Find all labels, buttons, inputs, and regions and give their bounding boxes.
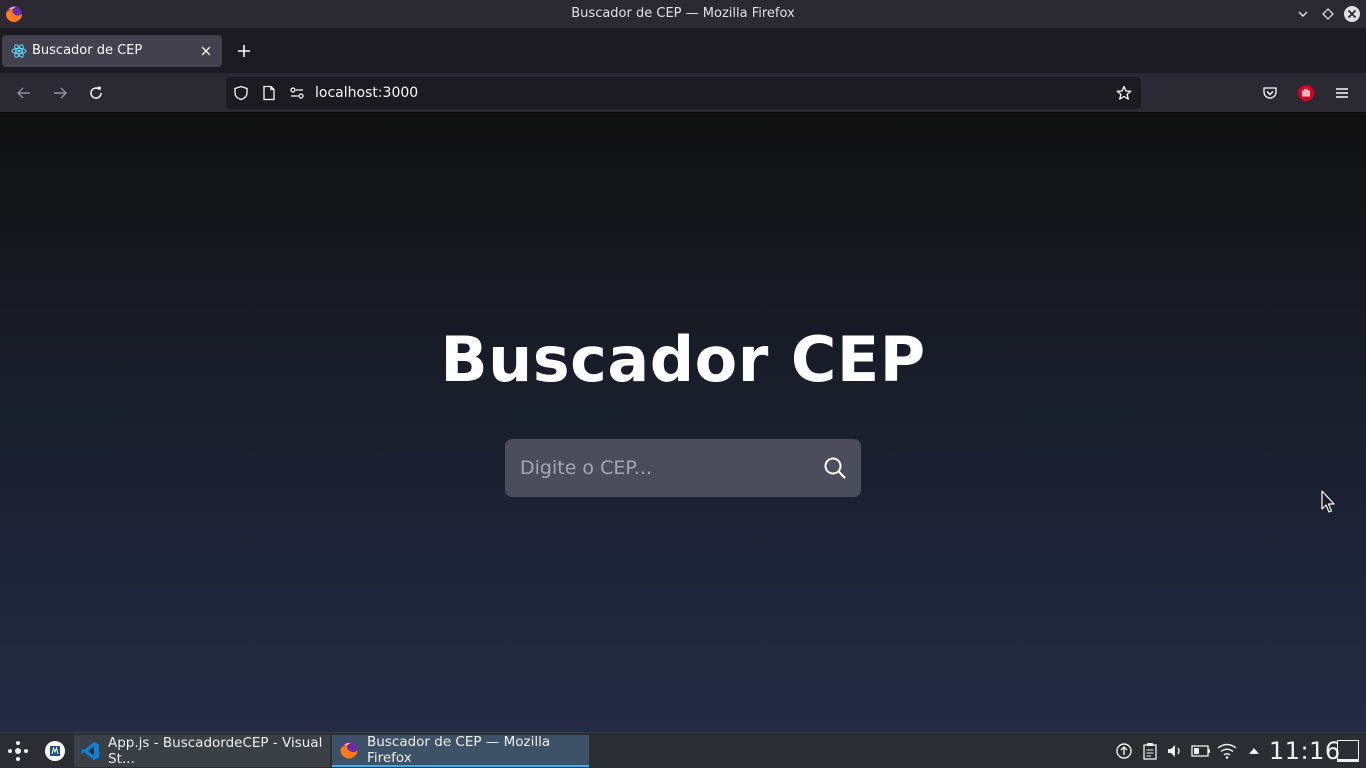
volume-tray-icon[interactable]: [1165, 741, 1185, 761]
tab-strip: Buscador de CEP: [0, 29, 1366, 73]
task-label: Buscador de CEP — Mozilla Firefox: [367, 734, 551, 766]
window-title: Buscador de CEP — Mozilla Firefox: [571, 6, 795, 21]
task-label: App.js - BuscadordeCEP - Visual St...: [108, 735, 323, 767]
navigation-toolbar: localhost:3000: [0, 73, 1366, 113]
new-tab-button[interactable]: [234, 41, 254, 61]
page-info-icon[interactable]: [261, 85, 277, 101]
forward-button[interactable]: [50, 83, 70, 103]
permissions-icon[interactable]: [289, 85, 305, 101]
page-title: Buscador CEP: [440, 323, 926, 396]
tab-buscador-de-cep[interactable]: Buscador de CEP: [2, 35, 222, 67]
cep-search-input[interactable]: [505, 439, 805, 497]
back-button[interactable]: [14, 83, 34, 103]
wifi-tray-icon[interactable]: [1217, 741, 1237, 761]
show-desktop-button[interactable]: [1337, 740, 1359, 762]
close-window-button[interactable]: [1342, 4, 1362, 24]
page-content: Buscador CEP: [0, 113, 1366, 732]
search-button[interactable]: [821, 454, 849, 482]
search-icon: [824, 457, 846, 479]
close-tab-icon[interactable]: [198, 43, 214, 59]
shield-icon[interactable]: [233, 85, 249, 101]
tab-label: Buscador de CEP: [32, 43, 143, 58]
reload-button[interactable]: [86, 83, 106, 103]
updates-tray-icon[interactable]: [1114, 741, 1134, 761]
url-text: localhost:3000: [315, 85, 419, 101]
taskbar: App.js - BuscadordeCEP - Visual St... Bu…: [0, 732, 1366, 768]
taskbar-task-firefox[interactable]: Buscador de CEP — Mozilla Firefox: [332, 734, 589, 767]
firefox-icon: [338, 739, 359, 761]
ublock-extension-icon[interactable]: [1296, 83, 1316, 103]
pinned-app-icon[interactable]: [45, 741, 65, 761]
hamburger-menu-icon[interactable]: [1332, 83, 1352, 103]
taskbar-clock[interactable]: 11:16: [1269, 737, 1341, 765]
tray-expand-arrow-icon[interactable]: [1244, 741, 1264, 761]
minimize-button[interactable]: [1293, 4, 1313, 24]
application-launcher-icon[interactable]: [6, 739, 30, 763]
pocket-icon[interactable]: [1260, 83, 1280, 103]
react-icon: [11, 43, 27, 59]
taskbar-task-vscode[interactable]: App.js - BuscadordeCEP - Visual St...: [74, 735, 330, 767]
mouse-cursor-icon: [1320, 490, 1336, 514]
window-titlebar: Buscador de CEP — Mozilla Firefox: [0, 0, 1366, 29]
bookmark-star-icon[interactable]: [1116, 85, 1132, 101]
vscode-icon: [80, 740, 100, 762]
clipboard-tray-icon[interactable]: [1140, 741, 1160, 761]
address-bar[interactable]: localhost:3000: [226, 77, 1141, 109]
battery-tray-icon[interactable]: [1191, 741, 1211, 761]
cep-search-container: [505, 439, 861, 497]
maximize-button[interactable]: [1318, 4, 1338, 24]
